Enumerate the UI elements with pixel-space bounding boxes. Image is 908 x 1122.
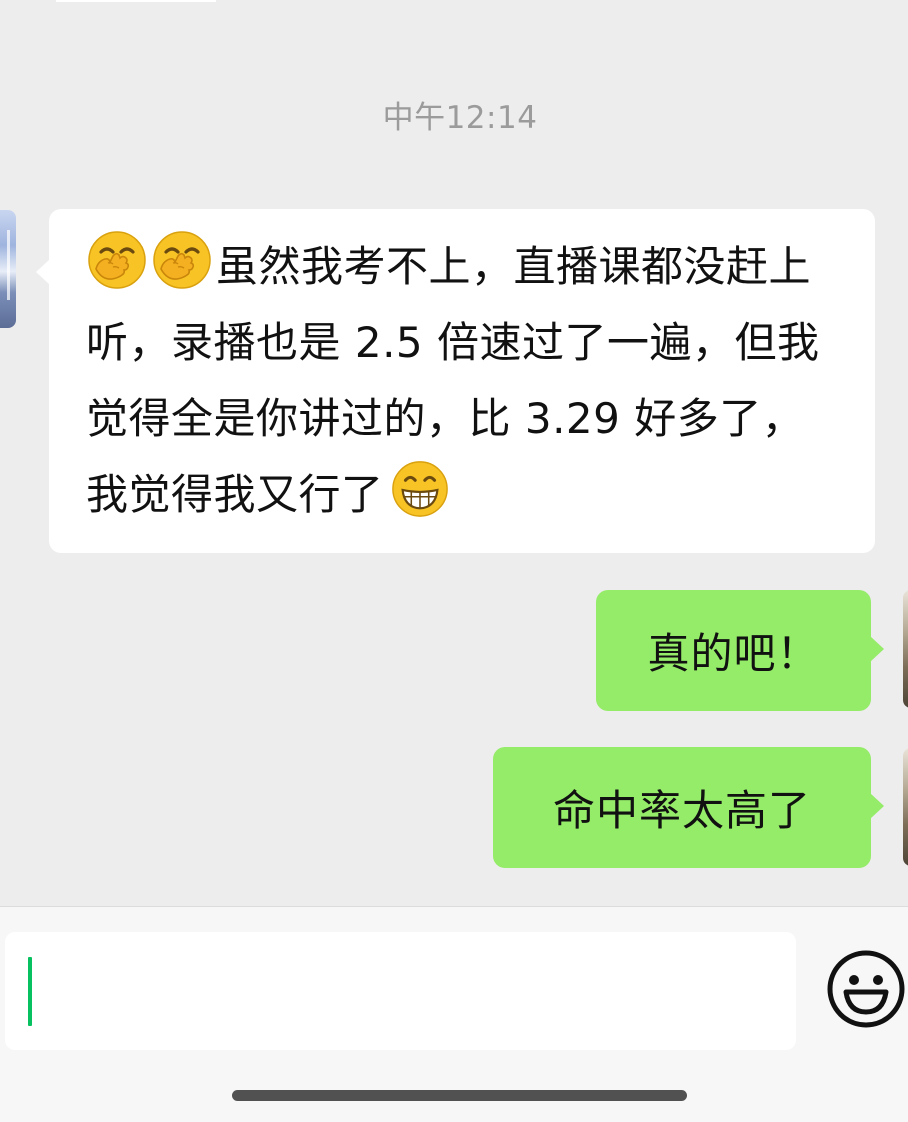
my-avatar[interactable] (903, 590, 908, 708)
previous-message-edge (56, 0, 216, 2)
text-caret (28, 957, 32, 1026)
outgoing-message-text: 命中率太高了 (552, 786, 811, 835)
grinning-face-emoji (390, 459, 450, 519)
chat-area[interactable]: 中午12:14 虽然我考不上，直播课都没赶上听，录播也是 2.5 倍速过了一遍，… (0, 0, 908, 906)
message-input[interactable] (5, 932, 796, 1050)
smiley-face-icon[interactable] (826, 949, 906, 1029)
incoming-message-content: 虽然我考不上，直播课都没赶上听，录播也是 2.5 倍速过了一遍，但我觉得全是你讲… (86, 229, 839, 533)
hand-over-mouth-emoji (151, 229, 213, 291)
my-avatar[interactable] (903, 748, 908, 866)
contact-avatar[interactable] (0, 210, 16, 328)
outgoing-message-text: 真的吧！ (647, 629, 820, 678)
home-indicator[interactable] (232, 1090, 687, 1101)
message-input-bar (0, 906, 908, 1122)
message-timestamp: 中午12:14 (382, 100, 538, 136)
outgoing-message-bubble[interactable]: 命中率太高了 (493, 747, 884, 868)
incoming-message-bubble[interactable]: 虽然我考不上，直播课都没赶上听，录播也是 2.5 倍速过了一遍，但我觉得全是你讲… (36, 209, 875, 553)
outgoing-message-bubble[interactable]: 真的吧！ (596, 590, 884, 711)
hand-over-mouth-emoji (86, 229, 148, 291)
